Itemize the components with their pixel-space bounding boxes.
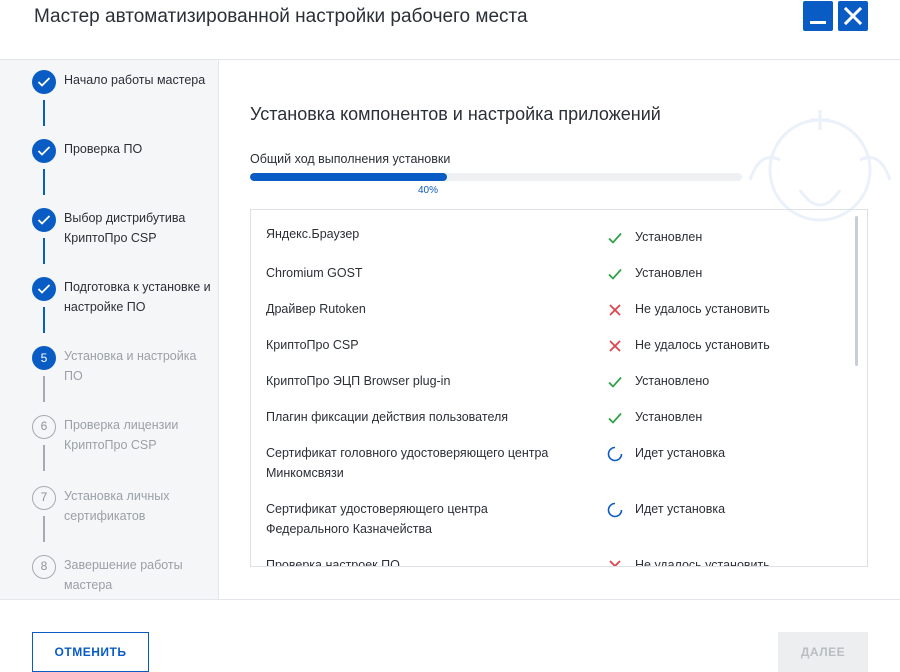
component-status: Не удалось установить	[635, 338, 770, 352]
step-connector	[43, 169, 45, 195]
list-scrollbar[interactable]	[855, 216, 858, 366]
component-status: Установлен	[635, 410, 703, 424]
check-icon	[608, 232, 622, 244]
component-status: Идет установка	[635, 502, 726, 516]
components-list[interactable]: Яндекс.Браузер Установлен Chromium GOST …	[250, 209, 868, 567]
check-icon	[608, 412, 622, 424]
step-label: Установка и настройка ПО	[64, 349, 197, 383]
progress-label: Общий ход выполнения установки	[250, 152, 451, 166]
component-name: Сертификат удостоверяющего центра Федера…	[266, 502, 488, 536]
step-label: Подготовка к установке и настройке ПО	[64, 280, 211, 314]
check-icon	[37, 284, 51, 294]
component-name: КриптоПро ЭЦП Browser plug-in	[266, 374, 451, 388]
step-number: 6	[32, 415, 56, 439]
step-label: Завершение работы мастера	[64, 558, 183, 592]
overall-progress-bar	[250, 173, 742, 181]
component-status: Идет установка	[635, 446, 726, 460]
step-done-indicator	[32, 139, 56, 163]
step-connector	[43, 307, 45, 333]
component-name: Плагин фиксации действия пользователя	[266, 410, 509, 424]
footer-bar: ОТМЕНИТЬ ДАЛЕЕ	[0, 599, 900, 672]
next-button[interactable]: ДАЛЕЕ	[778, 632, 868, 672]
window-title: Мастер автоматизированной настройки рабо…	[34, 6, 528, 27]
spinner-icon	[607, 502, 623, 518]
component-status: Не удалось установить	[635, 558, 770, 567]
component-name: Яндекс.Браузер	[266, 227, 360, 241]
check-icon	[37, 77, 51, 87]
close-icon	[844, 7, 862, 25]
step-connector	[43, 376, 45, 402]
check-icon	[608, 376, 622, 388]
component-name: Сертификат головного удостоверяющего цен…	[266, 446, 549, 480]
component-name: КриптоПро CSP	[266, 338, 359, 352]
step-done-indicator	[32, 70, 56, 94]
progress-percent: 40%	[418, 185, 439, 196]
step-connector	[43, 238, 45, 264]
check-icon	[37, 215, 51, 225]
component-name: Проверка настроек ПО	[266, 558, 400, 567]
component-name: Драйвер Rutoken	[266, 302, 366, 316]
check-icon	[37, 146, 51, 156]
step-number: 8	[32, 555, 56, 579]
step-label: Начало работы мастера	[64, 73, 206, 87]
main-panel: Установка компонентов и настройка прилож…	[220, 60, 900, 599]
step-label: Установка личных сертификатов	[64, 489, 170, 523]
cancel-button[interactable]: ОТМЕНИТЬ	[32, 632, 149, 672]
section-title: Установка компонентов и настройка прилож…	[250, 104, 661, 124]
component-status: Установлен	[635, 266, 703, 280]
step-number: 7	[32, 486, 56, 510]
cross-icon	[609, 340, 621, 352]
spinner-icon	[607, 446, 623, 462]
step-number: 5	[32, 346, 56, 370]
cross-icon	[609, 560, 621, 566]
step-label: Проверка лицензии КриптоПро CSP	[64, 418, 179, 452]
window-header: Мастер автоматизированной настройки рабо…	[0, 0, 900, 60]
check-icon	[608, 268, 622, 280]
step-connector	[43, 100, 45, 126]
wizard-steps-sidebar: Начало работы мастера Проверка ПО Выбор …	[0, 60, 219, 599]
component-status: Установлен	[635, 230, 703, 244]
step-done-indicator	[32, 277, 56, 301]
minimize-button[interactable]	[803, 1, 833, 31]
progress-fill	[250, 173, 447, 181]
step-connector	[43, 516, 45, 542]
component-name: Chromium GOST	[266, 266, 363, 280]
step-connector	[43, 445, 45, 471]
step-label: Проверка ПО	[64, 142, 143, 156]
step-done-indicator	[32, 208, 56, 232]
component-status: Установлено	[635, 374, 710, 388]
cross-icon	[609, 304, 621, 316]
component-status: Не удалось установить	[635, 302, 770, 316]
step-label: Выбор дистрибутива КриптоПро CSP	[64, 211, 186, 245]
close-button[interactable]	[838, 1, 868, 31]
